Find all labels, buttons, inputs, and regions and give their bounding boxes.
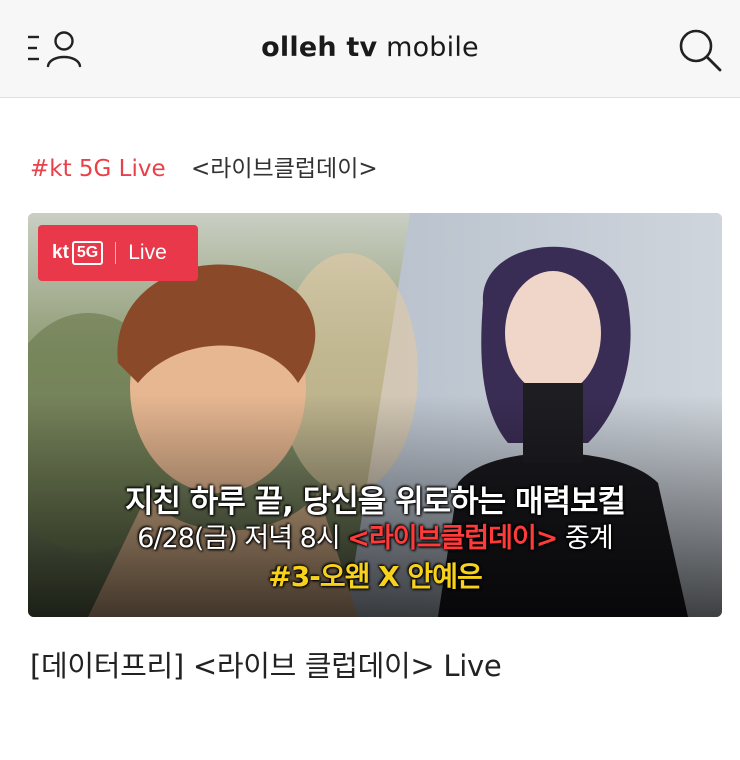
kt-5g-live-badge: kt 5G Live [38,225,198,281]
thumbnail-episode: #3-오왠 X 안예은 [268,560,482,593]
program-name: <라이브클럽데이> [190,156,378,182]
app-title: olleh tv mobile [0,32,740,63]
badge-live: Live [128,241,167,264]
thumbnail-schedule: 6/28(금) 저녁 8시 <라이브클럽데이> 중계 [28,516,722,555]
search-icon[interactable] [676,26,724,74]
video-thumbnail[interactable]: kt 5G Live 지친 하루 끝, 당신을 위로하는 매력보컬 6/28(금… [28,213,722,617]
badge-divider [115,242,117,264]
schedule-program: <라이브클럽데이> [347,523,558,554]
badge-kt: kt [52,242,69,263]
app-title-suffix: mobile [386,32,479,63]
schedule-time: 6/28(금) 저녁 8시 [137,523,348,554]
thumbnail-headline: 지친 하루 끝, 당신을 위로하는 매력보컬 [124,484,626,520]
hashtag-link[interactable]: #kt 5G Live [30,156,166,182]
schedule-suffix: 중계 [557,523,614,554]
program-tagline: #kt 5G Live <라이브클럽데이> [30,149,378,183]
badge-5g: 5G [71,241,104,265]
video-title[interactable]: [데이터프리] <라이브 클럽데이> Live [30,643,502,685]
app-title-brand: olleh tv [261,32,378,63]
app-header: olleh tv mobile [0,0,740,98]
